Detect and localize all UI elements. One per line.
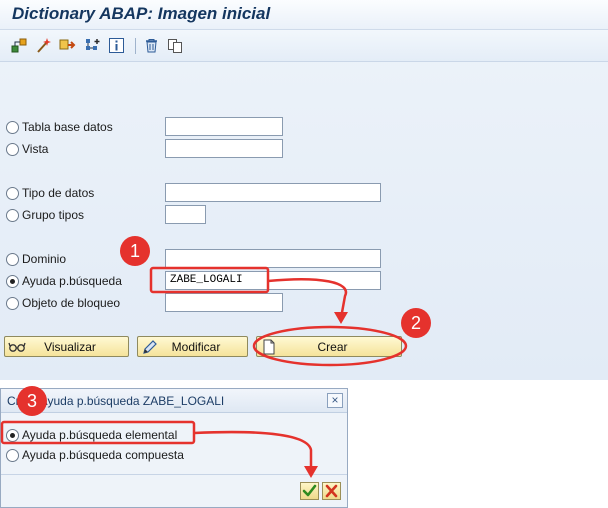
view-input[interactable] bbox=[165, 139, 283, 158]
option-label: Vista bbox=[22, 142, 49, 156]
option-label: Ayuda p.búsqueda elemental bbox=[22, 428, 178, 442]
glasses-icon bbox=[8, 338, 26, 356]
radio-elementary[interactable] bbox=[6, 428, 19, 442]
main-window: Dictionary ABAP: Imagen inicial Tabla ba… bbox=[0, 0, 608, 380]
domain-input[interactable] bbox=[165, 249, 381, 268]
radio-lock-object[interactable] bbox=[6, 296, 19, 310]
option-table[interactable]: Tabla base datos bbox=[6, 119, 113, 135]
magic-wand-icon[interactable] bbox=[35, 37, 52, 54]
step-badge-1: 1 bbox=[120, 236, 150, 266]
dialog-divider bbox=[1, 474, 347, 475]
copy-icon[interactable] bbox=[167, 37, 184, 54]
delete-icon[interactable] bbox=[143, 37, 160, 54]
change-button[interactable]: Modificar bbox=[137, 336, 248, 357]
close-icon[interactable]: × bbox=[327, 393, 343, 408]
radio-type-group[interactable] bbox=[6, 208, 19, 222]
application-toolbar bbox=[0, 30, 608, 62]
dialog-title-bar: Crear Ayuda p.búsqueda ZABE_LOGALI × bbox=[1, 389, 347, 413]
step-badge-2: 2 bbox=[401, 308, 431, 338]
where-used-icon[interactable] bbox=[84, 37, 101, 54]
radio-table[interactable] bbox=[6, 120, 19, 134]
option-view[interactable]: Vista bbox=[6, 141, 48, 157]
title-bar: Dictionary ABAP: Imagen inicial bbox=[0, 0, 608, 30]
new-document-icon bbox=[260, 338, 278, 356]
change-button-label: Modificar bbox=[171, 339, 221, 354]
create-button-label: Crear bbox=[317, 339, 348, 354]
option-label: Grupo tipos bbox=[22, 208, 85, 222]
radio-search-help[interactable] bbox=[6, 274, 19, 288]
dialog-option-collective[interactable]: Ayuda p.búsqueda compuesta bbox=[6, 447, 184, 463]
radio-domain[interactable] bbox=[6, 252, 19, 266]
data-type-input[interactable] bbox=[165, 183, 381, 202]
display-button[interactable]: Visualizar bbox=[4, 336, 129, 357]
dialog-option-elementary[interactable]: Ayuda p.búsqueda elemental bbox=[6, 427, 177, 443]
radio-data-type[interactable] bbox=[6, 186, 19, 200]
option-label: Objeto de bloqueo bbox=[22, 296, 121, 310]
cancel-button[interactable] bbox=[322, 482, 341, 500]
option-data-type[interactable]: Tipo de datos bbox=[6, 185, 94, 201]
option-label: Dominio bbox=[22, 252, 67, 266]
toolbar-separator bbox=[135, 38, 136, 54]
option-search-help[interactable]: Ayuda p.búsqueda bbox=[6, 273, 122, 289]
option-label: Ayuda p.búsqueda compuesta bbox=[22, 448, 184, 462]
cross-icon bbox=[325, 484, 338, 498]
type-group-input[interactable] bbox=[165, 205, 206, 224]
radio-collective[interactable] bbox=[6, 448, 19, 462]
option-type-group[interactable]: Grupo tipos bbox=[6, 207, 84, 223]
create-search-help-dialog: Crear Ayuda p.búsqueda ZABE_LOGALI × Ayu… bbox=[0, 388, 348, 508]
option-label: Ayuda p.búsqueda bbox=[22, 274, 122, 288]
pencil-icon bbox=[141, 338, 159, 356]
radio-view[interactable] bbox=[6, 142, 19, 156]
hierarchy-icon[interactable] bbox=[11, 37, 28, 54]
create-button[interactable]: Crear bbox=[256, 336, 402, 357]
option-label: Tipo de datos bbox=[22, 186, 95, 200]
search-help-input[interactable]: ZABE_LOGALI bbox=[165, 271, 381, 290]
confirm-button[interactable] bbox=[300, 482, 319, 500]
transport-icon[interactable] bbox=[59, 37, 76, 54]
display-button-label: Visualizar bbox=[44, 339, 96, 354]
step-badge-3: 3 bbox=[17, 386, 47, 416]
option-lock-object[interactable]: Objeto de bloqueo bbox=[6, 295, 120, 311]
option-domain[interactable]: Dominio bbox=[6, 251, 66, 267]
info-icon[interactable] bbox=[108, 37, 125, 54]
page-title: Dictionary ABAP: Imagen inicial bbox=[12, 4, 271, 23]
option-label: Tabla base datos bbox=[22, 120, 113, 134]
checkmark-icon bbox=[302, 484, 317, 497]
lock-object-input[interactable] bbox=[165, 293, 283, 312]
table-input[interactable] bbox=[165, 117, 283, 136]
